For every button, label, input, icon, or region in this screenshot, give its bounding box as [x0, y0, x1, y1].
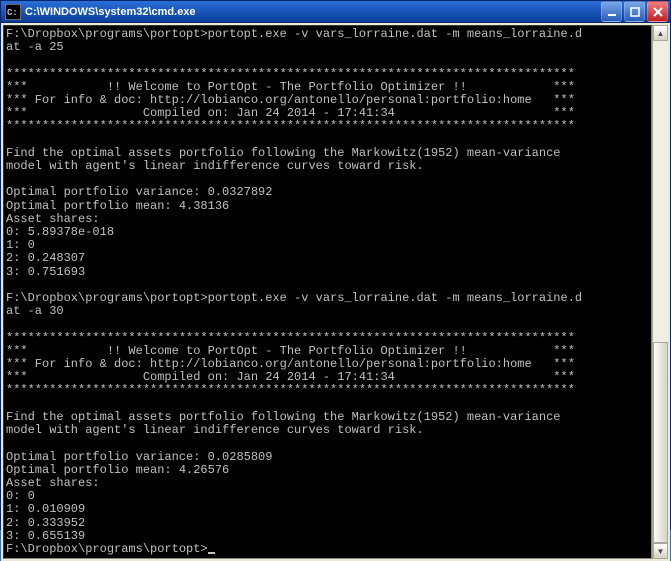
cmd-icon: C:	[5, 4, 21, 20]
cmd-window: C: C:\WINDOWS\system32\cmd.exe F:\Dropbo…	[0, 0, 671, 530]
maximize-button[interactable]	[624, 1, 645, 22]
scrollbar-track[interactable]	[653, 41, 668, 543]
console-frame: F:\Dropbox\programs\portopt>portopt.exe …	[1, 23, 670, 561]
vertical-scrollbar[interactable]: ▲ ▼	[652, 25, 668, 559]
titlebar[interactable]: C: C:\WINDOWS\system32\cmd.exe	[1, 1, 670, 23]
titlebar-buttons	[601, 1, 668, 22]
minimize-button[interactable]	[601, 1, 622, 22]
svg-text:C:: C:	[7, 8, 18, 18]
chevron-up-icon: ▲	[657, 29, 665, 38]
scrollbar-thumb[interactable]	[653, 342, 668, 543]
scroll-down-button[interactable]: ▼	[653, 543, 668, 559]
console-output[interactable]: F:\Dropbox\programs\portopt>portopt.exe …	[3, 25, 652, 559]
scroll-up-button[interactable]: ▲	[653, 25, 668, 41]
chevron-down-icon: ▼	[657, 547, 665, 556]
window-title: C:\WINDOWS\system32\cmd.exe	[25, 6, 601, 18]
close-button[interactable]	[647, 1, 668, 22]
cursor	[208, 552, 215, 554]
